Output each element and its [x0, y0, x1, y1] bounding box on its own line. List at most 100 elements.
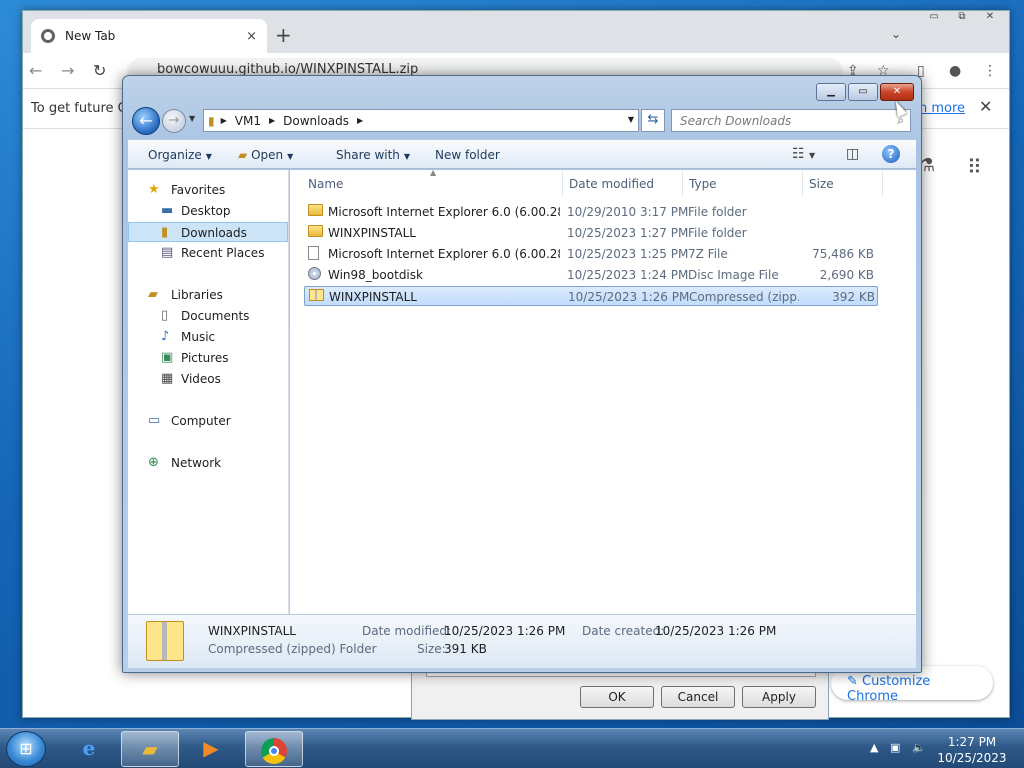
- nav-pictures[interactable]: ▣ Pictures: [128, 348, 288, 368]
- column-type[interactable]: Type: [683, 170, 803, 196]
- nav-libraries[interactable]: ▰ Libraries: [128, 285, 288, 305]
- breadcrumb-separator-icon[interactable]: ▶: [269, 116, 275, 125]
- pictures-icon: ▣: [161, 350, 174, 365]
- explorer-taskbar-icon[interactable]: ▰: [121, 731, 179, 767]
- libraries-icon: ▰: [148, 287, 158, 302]
- folder-icon: [308, 225, 323, 241]
- forward-button[interactable]: →: [162, 109, 186, 133]
- apps-grid-icon[interactable]: ⠿: [967, 155, 982, 179]
- file-row[interactable]: WINXPINSTALL 10/25/2023 1:27 PM File fol…: [304, 223, 878, 243]
- customize-chrome-label: Customize Chrome: [847, 674, 931, 704]
- downloads-folder-icon: ▮: [161, 225, 169, 240]
- disc-image-icon: [308, 267, 321, 284]
- search-placeholder: Search Downloads: [680, 114, 792, 128]
- help-icon[interactable]: ?: [882, 145, 900, 163]
- taskbar: ⊞ e ▰ ▶ ▲ ▣ 🔈 1:27 PM 10/25/2023: [0, 728, 1024, 768]
- open-button[interactable]: ▰ Open ▼: [238, 148, 293, 162]
- info-bar-close-icon[interactable]: ✕: [979, 97, 992, 116]
- share-with-label: Share with: [336, 148, 400, 162]
- show-hidden-icons-icon[interactable]: ▲: [870, 741, 878, 754]
- clock-time: 1:27 PM: [947, 735, 997, 749]
- nav-computer[interactable]: ▭ Computer: [128, 411, 288, 431]
- recent-pages-dropdown-icon[interactable]: ▼: [189, 114, 195, 123]
- column-name[interactable]: Name ▲: [302, 168, 563, 196]
- chrome-minimize-icon[interactable]: ▭: [919, 11, 949, 29]
- cancel-button[interactable]: Cancel: [661, 686, 735, 708]
- back-button[interactable]: ←: [132, 107, 160, 135]
- view-options-icon[interactable]: ☷ ▼: [792, 146, 815, 162]
- open-label: Open: [251, 148, 284, 162]
- file-row-selected[interactable]: WINXPINSTALL 10/25/2023 1:26 PM Compress…: [304, 286, 878, 306]
- forward-arrow-icon[interactable]: →: [61, 61, 74, 80]
- refresh-button[interactable]: ⇆: [641, 109, 665, 132]
- column-date-modified[interactable]: Date modified: [563, 170, 683, 196]
- tab-search-icon[interactable]: ⌄: [891, 27, 901, 41]
- window-minimize-button[interactable]: ▁: [816, 83, 846, 101]
- network-icon: ⊕: [148, 455, 159, 470]
- chrome-tab-bar: New Tab × + ⌄ ▭ ⧉ ✕: [23, 11, 1009, 53]
- breadcrumb-downloads[interactable]: Downloads: [283, 114, 349, 128]
- share-with-button[interactable]: Share with ▼: [336, 148, 410, 162]
- back-arrow-icon[interactable]: ←: [29, 61, 42, 80]
- breadcrumb-vm1[interactable]: VM1: [235, 114, 261, 128]
- ok-button[interactable]: OK: [580, 686, 654, 708]
- profile-icon[interactable]: ●: [949, 63, 961, 79]
- new-folder-button[interactable]: New folder: [435, 148, 500, 162]
- internet-explorer-icon[interactable]: e: [60, 731, 118, 767]
- reload-icon[interactable]: ↻: [93, 61, 106, 80]
- details-date-created-label: Date created:: [582, 624, 665, 638]
- tab-close-icon[interactable]: ×: [246, 29, 257, 44]
- chrome-taskbar-icon[interactable]: [245, 731, 303, 767]
- nav-music[interactable]: ♪ Music: [128, 327, 288, 347]
- nav-network[interactable]: ⊕ Network: [128, 453, 288, 473]
- details-type: Compressed (zipped) Folder: [208, 642, 377, 656]
- system-clock[interactable]: 1:27 PM 10/25/2023: [930, 734, 1014, 766]
- address-dropdown-icon[interactable]: ▼: [628, 115, 634, 124]
- details-size-label: Size:: [417, 642, 446, 656]
- recent-places-icon: ▤: [161, 245, 174, 260]
- zip-folder-icon: [309, 289, 324, 305]
- folder-icon: [308, 204, 323, 220]
- network-tray-icon[interactable]: ▣: [890, 741, 900, 754]
- videos-icon: ▦: [161, 371, 174, 386]
- chrome-tab[interactable]: New Tab ×: [31, 19, 267, 53]
- start-button[interactable]: ⊞: [6, 731, 46, 767]
- window-maximize-button[interactable]: ▭: [848, 83, 878, 101]
- preview-pane-icon[interactable]: ◫: [846, 146, 859, 162]
- nav-videos[interactable]: ▦ Videos: [128, 369, 288, 389]
- search-input[interactable]: Search Downloads ⌕: [671, 109, 911, 132]
- nav-recent-places[interactable]: ▤ Recent Places: [128, 243, 288, 263]
- window-close-button[interactable]: ✕: [880, 83, 914, 101]
- music-note-icon: ♪: [161, 329, 170, 344]
- open-folder-icon: ▰: [238, 148, 248, 162]
- details-date-modified: 10/25/2023 1:26 PM: [444, 624, 566, 638]
- file-row[interactable]: Win98_bootdisk 10/25/2023 1:24 PM Disc I…: [304, 265, 878, 285]
- details-size: 391 KB: [444, 642, 487, 656]
- volume-muted-icon[interactable]: 🔈: [912, 741, 926, 754]
- desktop-icon: ▬: [161, 203, 174, 218]
- new-tab-button[interactable]: +: [275, 23, 292, 47]
- organize-button[interactable]: Organize ▼: [148, 148, 212, 162]
- file-list: Name ▲ Date modified Type Size Microsoft …: [290, 168, 916, 614]
- nav-desktop[interactable]: ▬ Desktop: [128, 201, 288, 221]
- file-row[interactable]: Microsoft Internet Explorer 6.0 (6.00.28…: [304, 202, 878, 222]
- column-size[interactable]: Size: [803, 170, 883, 196]
- sort-ascending-icon: ▲: [430, 168, 437, 177]
- apply-button[interactable]: Apply: [742, 686, 816, 708]
- address-bar[interactable]: ▮ ▶ VM1 ▶ Downloads ▶ ▼: [203, 109, 639, 132]
- chrome-maximize-icon[interactable]: ⧉: [947, 11, 977, 29]
- breadcrumb-separator-icon[interactable]: ▶: [221, 116, 227, 125]
- details-pane: WINXPINSTALL Compressed (zipped) Folder …: [128, 614, 916, 668]
- nav-documents[interactable]: ▯ Documents: [128, 306, 288, 326]
- nav-favorites[interactable]: ★ Favorites: [128, 180, 288, 200]
- menu-dots-icon[interactable]: ⋮: [983, 63, 997, 79]
- breadcrumb-separator-icon[interactable]: ▶: [357, 116, 363, 125]
- info-bar-text: To get future Go: [31, 101, 136, 116]
- nav-downloads[interactable]: ▮ Downloads: [128, 222, 288, 242]
- chrome-favicon-icon: [41, 29, 55, 43]
- chrome-close-icon[interactable]: ✕: [975, 11, 1005, 29]
- learn-more-link[interactable]: n more: [919, 101, 965, 116]
- media-player-icon[interactable]: ▶: [182, 731, 240, 767]
- command-bar: Organize ▼ ▰ Open ▼ Share with ▼ New folder…: [128, 139, 916, 169]
- file-row[interactable]: Microsoft Internet Explorer 6.0 (6.00.28…: [304, 244, 878, 264]
